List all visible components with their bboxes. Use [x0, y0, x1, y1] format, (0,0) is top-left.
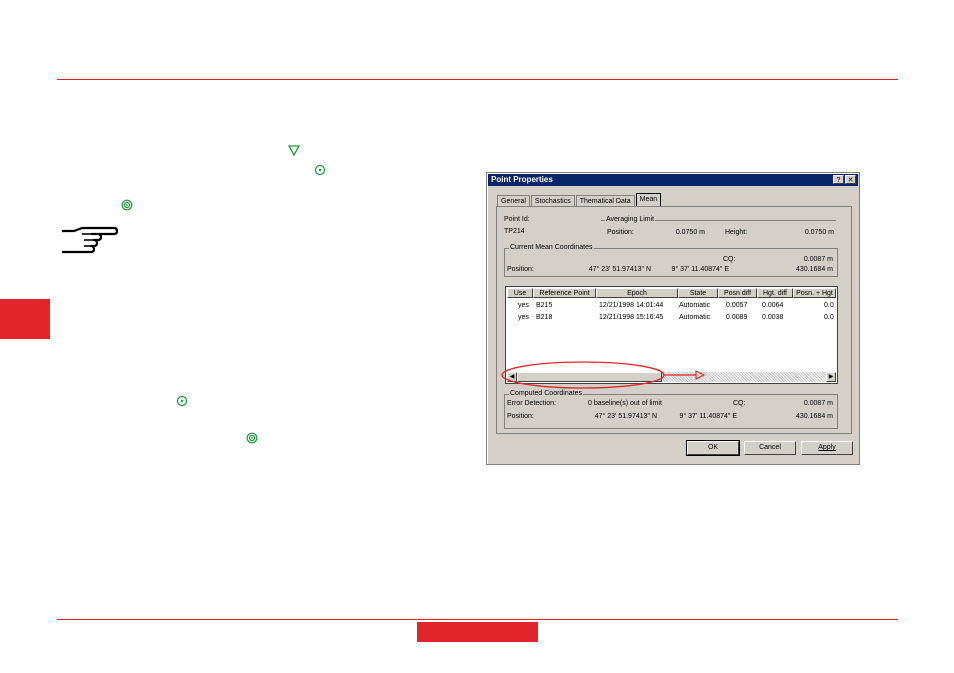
- scroll-annotation: [501, 361, 706, 389]
- computed-cq-label: CQ:: [733, 400, 746, 407]
- cell-epoch: 12/21/1998 14:01:44: [599, 302, 664, 309]
- current-cq-label: CQ:: [723, 256, 736, 263]
- dialog-titlebar: Point Properties: [488, 174, 858, 186]
- current-mean-group: Current Mean Coordinates CQ: 0.0087 m Po…: [504, 244, 838, 277]
- computed-height: 430.1684 m: [796, 413, 833, 420]
- averaging-limit-group: Averaging Limit Position: 0.0750 m Heigh…: [601, 216, 836, 240]
- computed-cq-value: 0.0087 m: [803, 400, 833, 407]
- double-circle-icon: [121, 199, 133, 211]
- apply-button[interactable]: Apply: [801, 441, 853, 455]
- cell-state: Automatic: [679, 302, 711, 309]
- top-rule: [57, 79, 898, 80]
- close-button[interactable]: ✕: [845, 175, 856, 184]
- col-header-reference-point[interactable]: Reference Point: [533, 288, 596, 298]
- computed-coordinates-group: Computed Coordinates Error Detection: 0 …: [504, 390, 838, 429]
- current-longitude: 9° 37' 11.40874" E: [671, 266, 729, 273]
- cell-hgt-diff: 0.0038: [762, 314, 784, 321]
- cell-state: Automatic: [679, 314, 711, 321]
- point-id-label: Point Id:: [504, 216, 530, 223]
- computed-longitude: 9° 37' 11.40874" E: [679, 413, 737, 420]
- triangle-down-icon: [288, 145, 300, 156]
- col-header-use[interactable]: Use: [507, 288, 533, 298]
- col-header-posn-diff[interactable]: Posn diff: [718, 288, 757, 298]
- current-height: 430.1684 m: [796, 266, 833, 273]
- current-mean-label: Current Mean Coordinates: [509, 244, 594, 251]
- cancel-button[interactable]: Cancel: [744, 441, 796, 455]
- cell-reference-point: B215: [536, 302, 553, 309]
- col-header-posn-hgt[interactable]: Posn. + Hgt: [793, 288, 836, 298]
- chapter-tab: [0, 299, 50, 339]
- scroll-right-button[interactable]: ▶: [826, 372, 836, 382]
- current-cq-value: 0.0087 m: [803, 256, 833, 263]
- cell-posn-diff: 0.0089: [726, 314, 748, 321]
- error-detection-label: Error Detection:: [507, 400, 557, 407]
- tab-strip: General Stochastics Thematical Data Mean: [497, 193, 662, 207]
- col-header-state[interactable]: State: [678, 288, 718, 298]
- cell-posn-hgt: 0.0: [824, 314, 834, 321]
- cell-posn-diff: 0.0057: [726, 302, 748, 309]
- footer-tab: [417, 622, 538, 642]
- error-detection-value: 0 baseline(s) out of limit: [588, 400, 662, 407]
- computed-latitude: 47° 23' 51.97413" N: [594, 413, 657, 420]
- col-header-epoch[interactable]: Epoch: [596, 288, 678, 298]
- avg-height-value: 0.0750 m: [804, 229, 834, 236]
- ok-button[interactable]: OK: [686, 440, 740, 456]
- circle-dot-icon: [314, 164, 326, 176]
- avg-position-value: 0.0750 m: [675, 229, 705, 236]
- current-position-label: Position:: [507, 266, 534, 273]
- computed-coordinates-label: Computed Coordinates: [509, 390, 583, 397]
- help-button[interactable]: ?: [833, 175, 844, 184]
- avg-position-label: Position:: [607, 229, 634, 236]
- cell-hgt-diff: 0.0064: [762, 302, 784, 309]
- bottom-rule: [57, 619, 898, 620]
- cell-use: yes: [518, 314, 529, 321]
- avg-height-label: Height:: [725, 229, 748, 236]
- point-id-value: TP214: [504, 228, 525, 235]
- computed-position-label: Position:: [507, 413, 534, 420]
- cell-use: yes: [518, 302, 529, 309]
- mean-tab-panel: Point Id: TP214 Averaging Limit Position…: [496, 206, 852, 434]
- cell-posn-hgt: 0.0: [824, 302, 834, 309]
- cell-reference-point: B218: [536, 314, 553, 321]
- dialog-title: Point Properties: [491, 175, 553, 184]
- cell-epoch: 12/21/1998 15:16:45: [599, 314, 664, 321]
- circle-dot-icon: [176, 395, 188, 407]
- averaging-limit-label: Averaging Limit: [605, 216, 656, 223]
- point-properties-dialog: Point Properties ? ✕ General Stochastics…: [486, 172, 860, 465]
- current-latitude: 47° 23' 51.97413" N: [588, 266, 651, 273]
- pointing-hand-icon: [62, 226, 118, 254]
- double-circle-icon: [246, 432, 258, 444]
- col-header-hgt-diff[interactable]: Hgt. diff: [757, 288, 793, 298]
- tab-mean[interactable]: Mean: [635, 193, 662, 207]
